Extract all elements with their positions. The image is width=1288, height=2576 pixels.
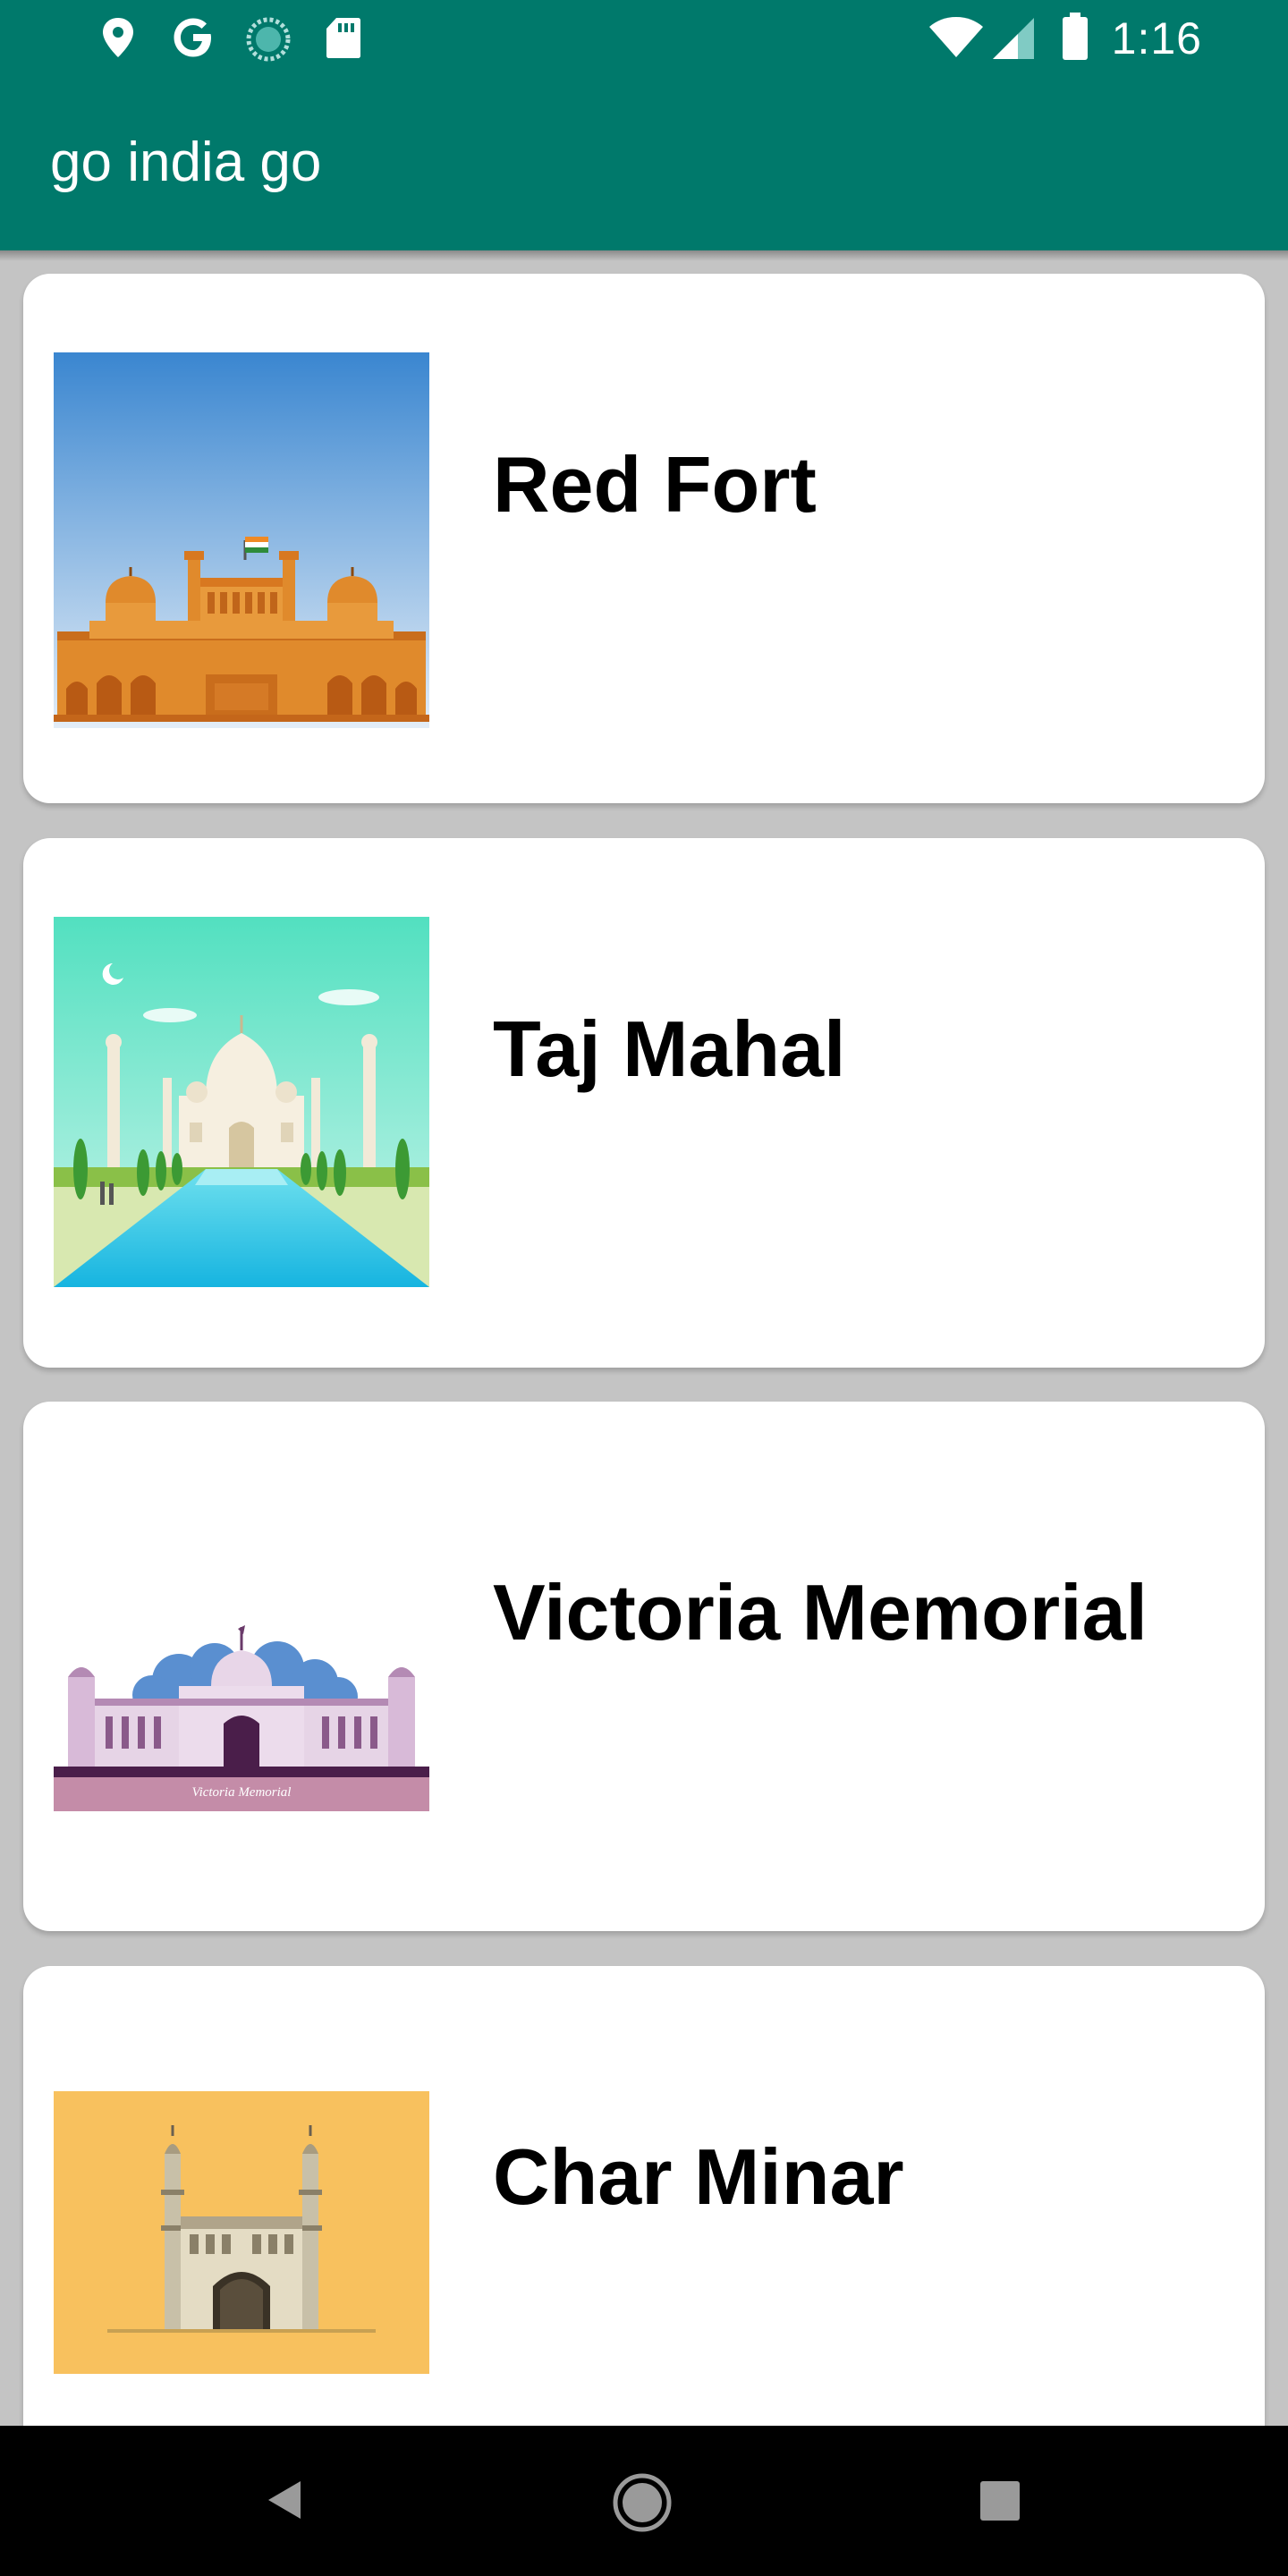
location-icon	[103, 18, 133, 57]
google-icon	[174, 18, 211, 57]
recents-icon[interactable]	[980, 2481, 1020, 2521]
monument-card-char-minar[interactable]: Char Minar	[23, 1966, 1265, 2467]
sd-card-icon	[326, 18, 360, 58]
signal-icon	[993, 18, 1034, 59]
taj-mahal-illustration	[54, 917, 429, 1287]
victoria-memorial-illustration: Victoria Memorial	[54, 1625, 429, 1811]
monument-name: Char Minar	[493, 2132, 904, 2221]
monument-name: Red Fort	[493, 440, 817, 529]
monument-card-victoria-memorial[interactable]: Victoria Memorial Victoria Memorial	[23, 1402, 1265, 1931]
victoria-caption: Victoria Memorial	[192, 1785, 292, 1800]
monument-name: Victoria Memorial	[493, 1568, 1148, 1657]
monument-name: Taj Mahal	[493, 1004, 846, 1093]
monument-card-red-fort[interactable]: Red Fort	[23, 274, 1265, 803]
navigation-bar	[0, 2426, 1288, 2576]
red-fort-illustration	[54, 352, 429, 728]
back-icon[interactable]	[263, 2478, 308, 2522]
sync-icon	[246, 17, 291, 62]
app-bar-shadow	[0, 250, 1288, 261]
wifi-icon	[929, 17, 983, 57]
status-bar: 1:16	[0, 0, 1288, 75]
char-minar-illustration	[54, 2091, 429, 2374]
home-icon[interactable]	[612, 2472, 673, 2533]
app-title: go india go	[50, 131, 322, 193]
status-time: 1:16	[1111, 13, 1202, 64]
battery-icon	[1063, 13, 1088, 60]
app-bar: go india go	[0, 75, 1288, 250]
monument-card-taj-mahal[interactable]: Taj Mahal	[23, 838, 1265, 1368]
